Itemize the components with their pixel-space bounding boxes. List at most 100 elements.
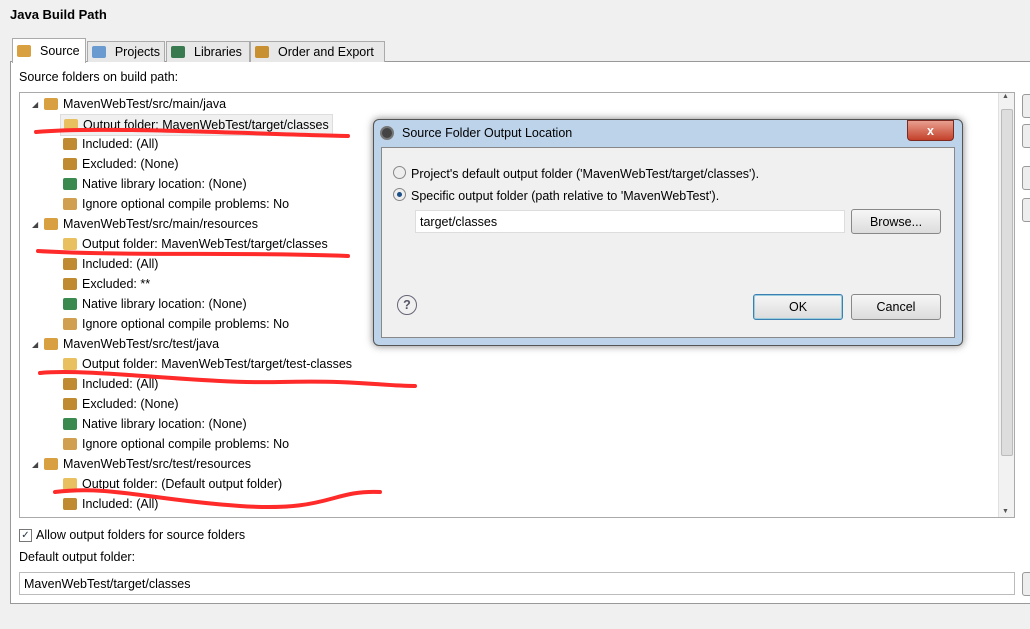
tree-folder-property[interactable]: Excluded: ** <box>63 274 150 294</box>
tree-folder-property[interactable]: Output folder: MavenWebTest/target/class… <box>63 234 328 254</box>
help-icon[interactable]: ? <box>397 295 417 315</box>
default-output-input[interactable] <box>19 572 1015 595</box>
expand-arrow-icon[interactable]: ◢ <box>32 220 38 229</box>
output-folder-icon <box>63 238 77 250</box>
ignore-problems-icon <box>63 438 77 450</box>
source-folders-label: Source folders on build path: <box>19 70 179 84</box>
ignore-problems-icon <box>63 318 77 330</box>
included-icon <box>63 498 77 510</box>
output-path-input[interactable] <box>415 210 845 233</box>
radio-specific-output[interactable]: Specific output folder (path relative to… <box>393 188 719 203</box>
tree-property-label: Included: (All) <box>82 497 159 511</box>
tree-folder-property[interactable]: Excluded: (None) <box>63 154 179 174</box>
tree-property-label: Ignore optional compile problems: No <box>82 437 290 451</box>
tree-folder-property[interactable]: Output folder: MavenWebTest/target/class… <box>60 114 333 136</box>
tree-property-label: Output folder: MavenWebTest/target/test-… <box>82 357 353 371</box>
tree-folder-label: MavenWebTest/src/main/resources <box>63 217 258 231</box>
tab-source[interactable]: Source <box>12 38 86 63</box>
side-button[interactable] <box>1022 94 1030 118</box>
native-library-icon <box>63 178 77 190</box>
tree-source-folder[interactable]: ◢ MavenWebTest/src/main/java <box>32 94 226 114</box>
radio-default-output[interactable]: Project's default output folder ('MavenW… <box>393 166 759 181</box>
tree-folder-property[interactable]: Excluded: (None) <box>63 514 179 518</box>
side-button[interactable] <box>1022 198 1030 222</box>
tree-property-label: Excluded: ** <box>82 277 151 291</box>
tree-property-label: Excluded: (None) <box>82 397 179 411</box>
tree-source-folder[interactable]: ◢ MavenWebTest/src/test/resources <box>32 454 252 474</box>
native-library-icon <box>63 298 77 310</box>
tab-projects[interactable]: Projects <box>87 41 165 62</box>
source-folder-icon <box>44 218 58 230</box>
expand-arrow-icon[interactable]: ◢ <box>32 340 38 349</box>
window-title: Java Build Path <box>10 7 107 22</box>
order-export-icon <box>255 46 269 58</box>
tab-label: Libraries <box>194 45 242 59</box>
libraries-icon <box>171 46 185 58</box>
tab-label: Source <box>40 44 80 58</box>
tree-property-label: Native library location: (None) <box>82 177 247 191</box>
tree-property-label: Native library location: (None) <box>82 297 247 311</box>
default-output-label: Default output folder: <box>19 550 136 564</box>
radio-icon <box>393 166 406 179</box>
excluded-icon <box>63 278 77 290</box>
output-folder-icon <box>63 478 77 490</box>
allow-output-label: Allow output folders for source folders <box>36 528 246 542</box>
tree-folder-property[interactable]: Ignore optional compile problems: No <box>63 194 289 214</box>
cancel-button[interactable]: Cancel <box>851 294 941 320</box>
tree-folder-property[interactable]: Ignore optional compile problems: No <box>63 314 289 334</box>
tree-property-label: Excluded: (None) <box>82 157 179 171</box>
project-folder-icon <box>92 46 106 58</box>
tree-folder-property[interactable]: Native library location: (None) <box>63 414 247 434</box>
tree-folder-property[interactable]: Native library location: (None) <box>63 294 247 314</box>
tree-folder-label: MavenWebTest/src/test/resources <box>63 457 252 471</box>
side-button[interactable] <box>1022 124 1030 148</box>
tree-folder-property[interactable]: Output folder: (Default output folder) <box>63 474 282 494</box>
dialog-title: Source Folder Output Location <box>402 126 573 140</box>
checkmark-icon: ✓ <box>19 528 32 542</box>
tree-folder-property[interactable]: Included: (All) <box>63 254 158 274</box>
excluded-icon <box>63 398 77 410</box>
tree-source-folder[interactable]: ◢ MavenWebTest/src/test/java <box>32 334 220 354</box>
included-icon <box>63 378 77 390</box>
tab-label: Order and Export <box>278 45 374 59</box>
tab-libraries[interactable]: Libraries <box>166 41 250 62</box>
tree-property-label: Ignore optional compile problems: No <box>82 197 290 211</box>
browse-button[interactable]: Browse... <box>851 209 941 234</box>
expand-arrow-icon[interactable]: ◢ <box>32 460 38 469</box>
source-folder-icon <box>17 45 31 57</box>
tab-label: Projects <box>114 45 160 59</box>
tree-folder-property[interactable]: Included: (All) <box>63 134 158 154</box>
tree-folder-property[interactable]: Native library location: (None) <box>63 174 247 194</box>
tab-order-and-export[interactable]: Order and Export <box>250 41 385 62</box>
tree-folder-property[interactable]: Excluded: (None) <box>63 394 179 414</box>
eclipse-gear-icon <box>380 126 394 140</box>
source-folder-output-dialog: Source Folder Output Location x Project'… <box>373 119 963 346</box>
tree-folder-property[interactable]: Included: (All) <box>63 374 158 394</box>
source-folder-icon <box>44 98 58 110</box>
expand-arrow-icon[interactable]: ◢ <box>32 100 38 109</box>
browse-side-button[interactable] <box>1022 572 1030 596</box>
tree-folder-property[interactable]: Included: (All) <box>63 494 158 514</box>
tree-folder-label: MavenWebTest/src/test/java <box>63 337 220 351</box>
tree-property-label: Included: (All) <box>82 377 159 391</box>
side-button[interactable] <box>1022 166 1030 190</box>
tree-folder-property[interactable]: Output folder: MavenWebTest/target/test-… <box>63 354 352 374</box>
tree-property-label: Excluded: (None) <box>82 517 179 518</box>
tree-source-folder[interactable]: ◢ MavenWebTest/src/main/resources <box>32 214 258 234</box>
tree-property-label: Included: (All) <box>82 137 159 151</box>
native-library-icon <box>63 418 77 430</box>
output-folder-icon <box>64 119 78 131</box>
tree-property-label: Native library location: (None) <box>82 417 247 431</box>
radio-default-label: Project's default output folder ('MavenW… <box>411 167 760 181</box>
tree-folder-property[interactable]: Ignore optional compile problems: No <box>63 434 289 454</box>
tree-scrollbar[interactable]: ▲ ▼ <box>998 93 1014 517</box>
allow-output-folders-checkbox[interactable]: ✓ Allow output folders for source folder… <box>19 528 245 542</box>
scrollbar-thumb[interactable] <box>1001 109 1013 456</box>
output-folder-icon <box>63 358 77 370</box>
tree-property-label: Included: (All) <box>82 257 159 271</box>
tree-property-label: Output folder: (Default output folder) <box>82 477 283 491</box>
ok-button[interactable]: OK <box>753 294 843 320</box>
radio-specific-label: Specific output folder (path relative to… <box>411 189 720 203</box>
tree-property-label: Output folder: MavenWebTest/target/class… <box>83 118 329 132</box>
dialog-close-button[interactable]: x <box>907 120 954 141</box>
